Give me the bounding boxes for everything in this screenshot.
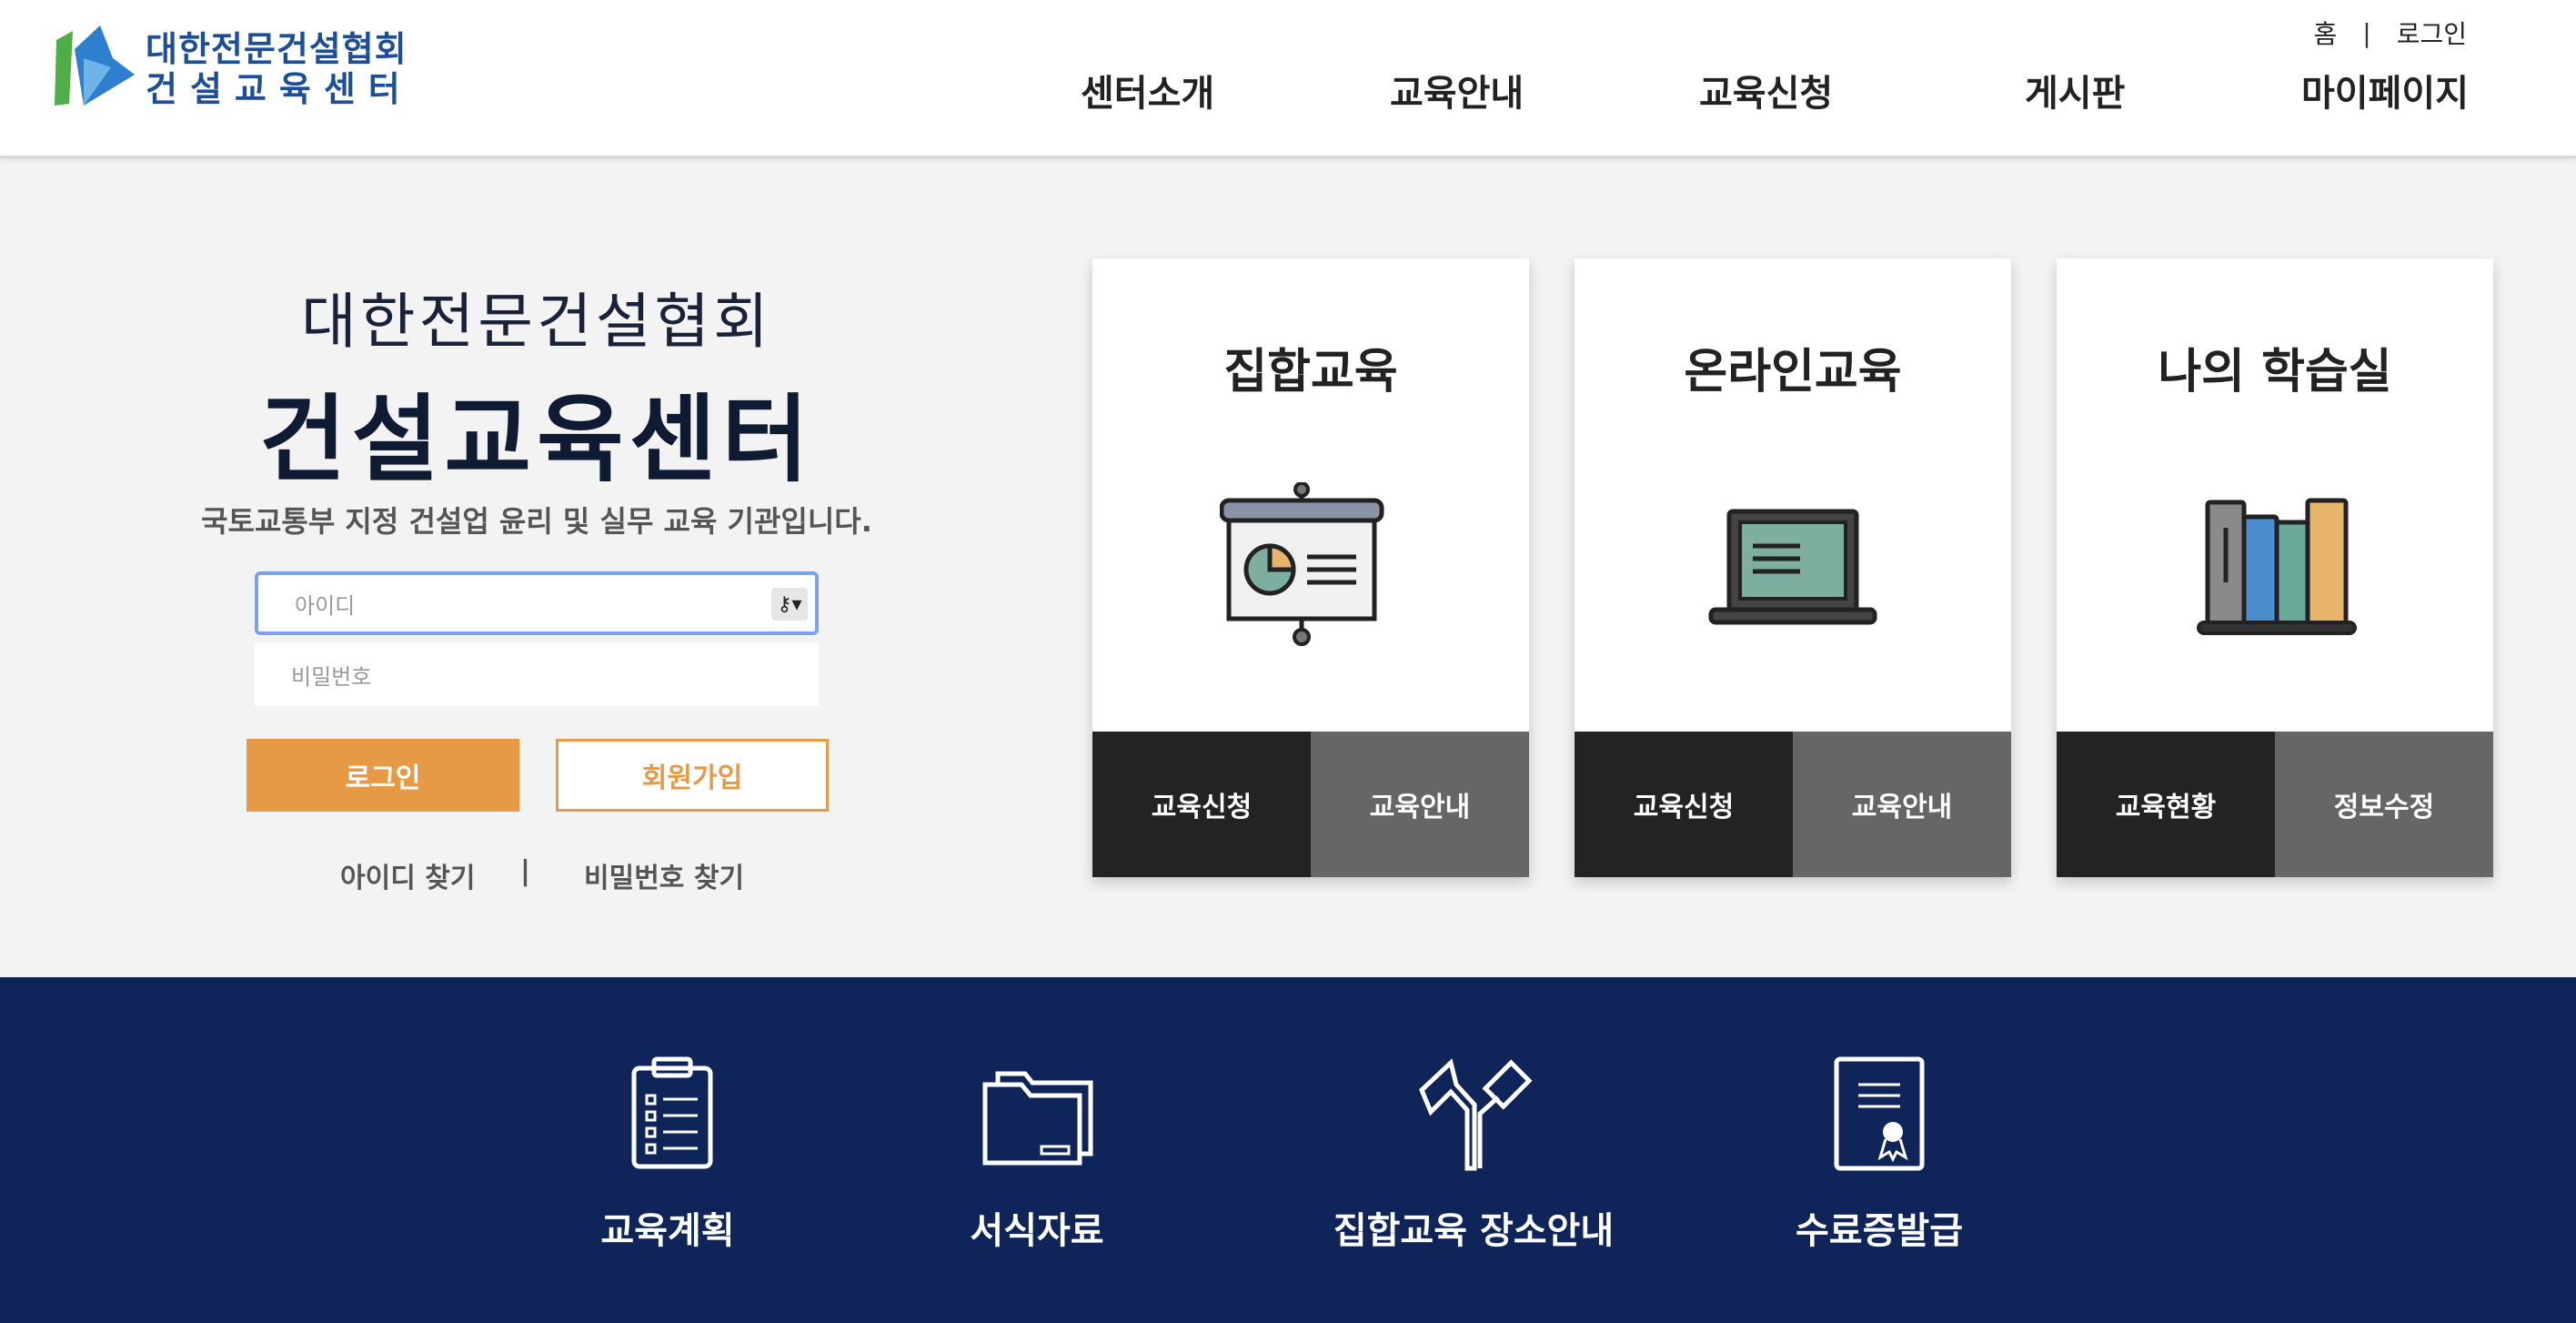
card-education-info-button[interactable]: 교육안내: [1311, 732, 1529, 877]
card-edit-info-button[interactable]: 정보수정: [2275, 732, 2493, 877]
card-education-apply-button[interactable]: 교육신청: [1092, 732, 1311, 877]
find-password-link[interactable]: 비밀번호 찾기: [584, 855, 744, 895]
service-certificate[interactable]: 수료증발급: [1788, 1055, 1970, 1254]
service-label: 교육계획: [600, 1210, 735, 1252]
folder-icon: [982, 1071, 1093, 1166]
presentation-board-icon: [1220, 482, 1384, 646]
site-header: 대한전문건설협회 건설교육센터 홈 | 로그인 센터소개 교육안내 교육신청 게…: [0, 0, 2576, 158]
nav-item-board[interactable]: 게시판: [2025, 64, 2125, 116]
card-online-info-button[interactable]: 교육안내: [1793, 732, 2011, 877]
card-title: 집합교육: [1223, 345, 1398, 399]
nav-item-mypage[interactable]: 마이페이지: [2301, 64, 2469, 116]
service-label: 집합교육 장소안내: [1333, 1210, 1615, 1252]
laptop-icon: [1708, 509, 1877, 625]
find-separator: |: [520, 855, 530, 887]
card-online-apply-button[interactable]: 교육신청: [1575, 732, 1793, 877]
utility-separator: |: [2362, 17, 2371, 48]
road-sign-icon: [1419, 1058, 1533, 1171]
password-placeholder: 비밀번호: [291, 663, 372, 690]
card-online-education: 온라인교육 교육신청 교육안내: [1575, 258, 2011, 877]
id-input[interactable]: 아이디 ⚷▾: [255, 571, 819, 635]
card-title: 나의 학습실: [2158, 345, 2392, 399]
services-band: [0, 977, 2576, 1323]
nav-item-education-apply[interactable]: 교육신청: [1699, 64, 1833, 116]
card-title: 온라인교육: [1684, 345, 1902, 399]
password-input[interactable]: 비밀번호: [255, 642, 819, 706]
login-link[interactable]: 로그인: [2397, 15, 2467, 51]
card-group-education: 집합교육 교육신청 교육안내: [1092, 258, 1529, 877]
nav-item-center-intro[interactable]: 센터소개: [1081, 64, 1214, 116]
home-link[interactable]: 홈: [2314, 15, 2338, 51]
card-my-study-room: 나의 학습실 교육현황 정보수정: [2057, 258, 2493, 877]
clipboard-icon: [631, 1056, 713, 1169]
service-label: 수료증발급: [1796, 1210, 1963, 1252]
main-nav: 센터소개 교육안내 교육신청 게시판 마이페이지: [0, 64, 2576, 118]
books-icon: [2197, 498, 2357, 635]
service-education-plan[interactable]: 교육계획: [577, 1055, 759, 1254]
service-label: 서식자료: [970, 1210, 1104, 1252]
nav-item-education-info[interactable]: 교육안내: [1390, 64, 1524, 116]
find-id-link[interactable]: 아이디 찾기: [340, 855, 475, 895]
service-venue-guide[interactable]: 집합교육 장소안내: [1328, 1055, 1619, 1254]
service-forms[interactable]: 서식자료: [946, 1055, 1128, 1254]
center-name: 건설교육센터: [258, 384, 815, 495]
join-button[interactable]: 회원가입: [556, 739, 829, 812]
hero-description: 국토교통부 지정 건설업 윤리 및 실무 교육 기관입니다.: [201, 504, 872, 539]
card-study-status-button[interactable]: 교육현황: [2057, 732, 2275, 877]
utility-links: 홈 | 로그인: [2314, 15, 2467, 51]
id-placeholder: 아이디: [295, 592, 356, 619]
password-manager-key-icon[interactable]: ⚷▾: [771, 588, 808, 621]
certificate-icon: [1834, 1056, 1925, 1171]
org-name: 대한전문건설협회: [301, 287, 772, 357]
login-button[interactable]: 로그인: [247, 739, 519, 812]
